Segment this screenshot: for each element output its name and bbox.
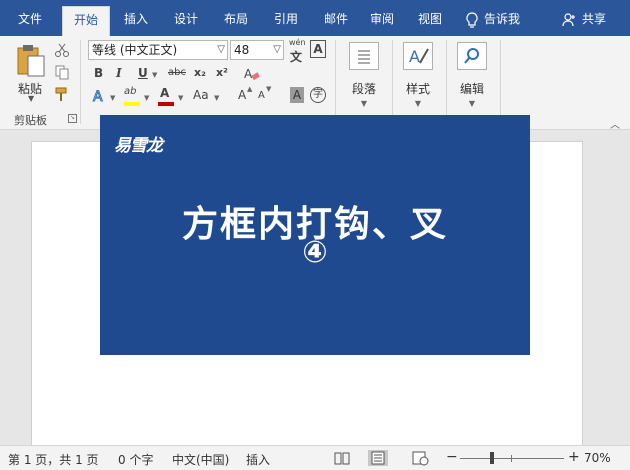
svg-text:A: A: [244, 67, 253, 81]
ribbon-separator: [446, 40, 447, 124]
word-count[interactable]: 0 个字: [118, 451, 153, 468]
styles-button[interactable]: A 样式 ▼: [396, 40, 440, 124]
clipboard-group-label: 剪贴板: [14, 114, 47, 127]
superscript-button[interactable]: x²: [216, 66, 228, 79]
ribbon-separator: [392, 40, 393, 124]
font-name-value: 等线 (中文正文): [92, 43, 178, 57]
share-label: 共享: [582, 12, 607, 26]
share-button[interactable]: 共享: [562, 6, 606, 32]
ribbon-tab-bar: 文件 开始 插入 设计 布局 引用 邮件 审阅 视图 告诉我 共享: [0, 0, 630, 36]
paragraph-button[interactable]: 段落 ▼: [342, 40, 386, 124]
svg-text:A: A: [93, 89, 103, 104]
clear-formatting-icon[interactable]: A: [244, 66, 260, 82]
chevron-down-icon: ▽: [273, 44, 281, 55]
shrink-font-button[interactable]: A: [258, 90, 265, 101]
paragraph-icon: [349, 42, 379, 70]
collapse-ribbon-icon[interactable]: ︿: [610, 116, 620, 131]
subscript-button[interactable]: x₂: [194, 66, 206, 79]
format-painter-icon[interactable]: [54, 86, 70, 102]
chevron-down-icon: ▼: [360, 99, 368, 108]
person-icon: [562, 12, 575, 26]
font-size-combo[interactable]: 48 ▽: [230, 40, 284, 60]
highlight-dropdown-icon[interactable]: ▼: [144, 94, 149, 102]
font-size-value: 48: [234, 43, 250, 57]
phonetic-guide-icon[interactable]: 文: [290, 48, 302, 65]
tell-me-label: 告诉我: [484, 12, 521, 26]
tab-mailings[interactable]: 邮件: [312, 6, 360, 36]
lightbulb-icon: [466, 11, 478, 28]
page-count[interactable]: 第 1 页，共 1 页: [8, 451, 99, 468]
paragraph-label: 段落: [351, 82, 376, 96]
tab-view[interactable]: 视图: [406, 6, 454, 36]
tab-review[interactable]: 审阅: [358, 6, 406, 36]
enclose-characters-button[interactable]: 字: [310, 87, 326, 103]
paste-icon[interactable]: [14, 42, 50, 78]
svg-text:A: A: [409, 47, 420, 66]
clipboard-launcher-icon[interactable]: ↘: [68, 114, 77, 123]
zoom-slider-center-tick: [511, 455, 512, 462]
tell-me-box[interactable]: 告诉我: [466, 6, 520, 32]
editing-button[interactable]: 编辑 ▼: [450, 40, 494, 124]
zoom-slider-thumb[interactable]: [490, 452, 494, 464]
banner-number: ④: [302, 235, 328, 270]
styles-label: 样式: [405, 82, 430, 96]
tab-file[interactable]: 文件: [0, 6, 60, 36]
language-indicator[interactable]: 中文(中国): [172, 451, 229, 468]
chevron-down-icon: ▼: [414, 99, 422, 108]
grow-font-arrow-icon: ▲: [247, 85, 253, 93]
font-name-combo[interactable]: 等线 (中文正文) ▽: [88, 40, 228, 60]
char-border-icon[interactable]: A: [310, 40, 326, 58]
ribbon-separator: [500, 40, 501, 124]
zoom-slider-track[interactable]: [460, 458, 564, 459]
zoom-level[interactable]: 70%: [584, 451, 611, 465]
tab-home[interactable]: 开始: [62, 6, 110, 36]
print-layout-icon[interactable]: [368, 450, 388, 466]
insert-mode[interactable]: 插入: [246, 451, 270, 468]
underline-dropdown-icon[interactable]: ▼: [152, 71, 157, 79]
zoom-in-button[interactable]: +: [568, 449, 580, 465]
highlight-color-swatch: [124, 102, 140, 106]
highlight-color-button[interactable]: ab: [124, 86, 136, 97]
status-bar: 第 1 页，共 1 页 0 个字 中文(中国) 插入 − + 70%: [0, 445, 630, 470]
change-case-dropdown-icon[interactable]: ▼: [214, 94, 219, 102]
text-effects-dropdown-icon[interactable]: ▼: [110, 94, 115, 102]
strikethrough-button[interactable]: abc: [168, 67, 186, 78]
chevron-down-icon: ▽: [217, 44, 225, 55]
change-case-button[interactable]: Aa: [193, 88, 209, 102]
read-mode-icon[interactable]: [332, 450, 352, 466]
font-color-dropdown-icon[interactable]: ▼: [178, 94, 183, 102]
tab-design[interactable]: 设计: [162, 6, 210, 36]
ribbon-separator: [80, 40, 81, 124]
ribbon-separator: [335, 40, 336, 124]
title-banner: 易雪龙 方框内打钩、叉 ④: [100, 115, 530, 355]
character-shading-button[interactable]: A: [290, 87, 304, 103]
editing-label: 编辑: [459, 82, 484, 96]
text-effects-icon[interactable]: A: [92, 88, 108, 105]
tab-layout[interactable]: 布局: [212, 6, 260, 36]
font-color-button[interactable]: A: [160, 86, 169, 100]
underline-button[interactable]: U: [138, 66, 148, 80]
italic-button[interactable]: I: [116, 66, 122, 80]
chevron-down-icon: ▼: [468, 99, 476, 108]
paste-dropdown-icon[interactable]: ▼: [28, 94, 34, 103]
cut-icon[interactable]: [54, 42, 70, 58]
phonetic-guide-button[interactable]: wén: [289, 38, 306, 47]
zoom-out-button[interactable]: −: [446, 449, 458, 465]
search-icon: [457, 42, 487, 70]
copy-icon[interactable]: [54, 64, 70, 80]
grow-font-button[interactable]: A: [238, 88, 246, 102]
shrink-font-arrow-icon: ▼: [266, 85, 272, 93]
font-color-swatch: [158, 102, 174, 106]
brand-logo: 易雪龙: [114, 136, 163, 156]
web-layout-icon[interactable]: [410, 450, 430, 466]
tab-insert[interactable]: 插入: [112, 6, 160, 36]
styles-icon: A: [403, 42, 433, 70]
tab-references[interactable]: 引用: [262, 6, 310, 36]
bold-button[interactable]: B: [94, 66, 103, 80]
